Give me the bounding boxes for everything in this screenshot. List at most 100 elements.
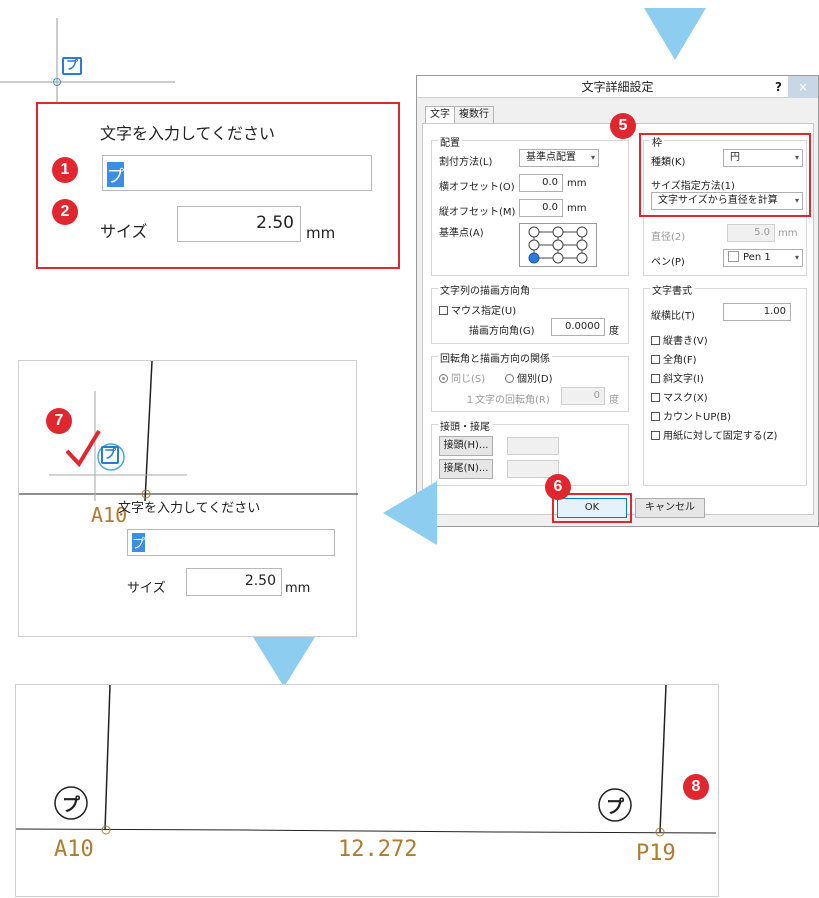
cad-result-lines (16, 685, 717, 837)
layout-group-title: 配置 (438, 134, 462, 149)
size-unit: mm (285, 581, 311, 596)
base-point-label: 基準点(A) (439, 228, 484, 239)
vertical-checkbox[interactable]: 縦書き(V) (651, 332, 708, 347)
prefix-suffix-group-title: 接頭・接尾 (438, 418, 492, 433)
fullwidth-checkbox[interactable]: 全角(F) (651, 351, 697, 366)
radio-icon (505, 374, 514, 383)
chevron-down-icon: ▾ (590, 153, 595, 162)
relation-group-title: 回転角と描画方向の関係 (438, 350, 552, 365)
pen-select[interactable]: Pen 1 ▾ (723, 249, 803, 267)
char-rotation-label: １文字の回転角(R) (465, 395, 550, 406)
selected-text: プ (132, 533, 146, 552)
assign-method-label: 割付方法(L) (439, 157, 493, 168)
x-offset-field[interactable]: 0.0 (519, 174, 563, 192)
char-rotation-field[interactable]: 0 (561, 387, 605, 405)
tab-page: 配置 割付方法(L) 基準点配置 ▾ 横オフセット(O) 0.0 mm 縦オフセッ… (422, 123, 814, 523)
kind-select[interactable]: 円 ▾ (723, 149, 803, 167)
size-method-label: サイズ指定方法(1) (651, 181, 735, 192)
assign-method-select[interactable]: 基準点配置 ▾ (519, 149, 599, 167)
text-tool-icon: プ (62, 57, 82, 75)
checkbox-icon (651, 374, 660, 383)
size-unit: mm (306, 224, 336, 242)
input-prompt: 文字を入力してください (118, 501, 261, 516)
selected-text: プ (107, 162, 124, 187)
individual-radio[interactable]: 個別(D) (505, 370, 553, 385)
step-badge-1: 1 (52, 157, 78, 183)
text-field[interactable]: プ (102, 155, 372, 191)
aspect-field[interactable]: 1.00 (723, 303, 791, 321)
text-detail-dialog: 文字詳細設定 ? × 文字 複数行 配置 割付方法(L) 基準点配置 ▾ 横オフセ… (416, 75, 819, 527)
down-arrow-icon (644, 8, 706, 60)
checkbox-icon (651, 336, 660, 345)
circled-text-right: プ (606, 797, 624, 818)
checkbox-icon (651, 355, 660, 364)
same-radio[interactable]: 同じ(S) (439, 370, 485, 385)
chevron-down-icon: ▾ (794, 153, 799, 162)
diameter-field[interactable]: 5.0 (727, 224, 775, 242)
tab-text[interactable]: 文字 (425, 106, 455, 124)
y-offset-unit: mm (567, 203, 587, 214)
size-value: 2.50 (244, 573, 276, 589)
point-label-p19: P19 (636, 841, 676, 866)
close-icon[interactable]: × (788, 76, 818, 98)
y-offset-field[interactable]: 0.0 (519, 199, 563, 217)
size-method-select[interactable]: 文字サイズから直径を計算 ▾ (651, 192, 803, 210)
distance-label: 12.272 (338, 837, 418, 862)
draw-angle-label: 描画方向角(G) (469, 326, 535, 337)
mouse-spec-checkbox[interactable]: マウス指定(U) (439, 302, 516, 317)
checkbox-icon (651, 431, 660, 440)
text-tool-icon: プ (101, 446, 119, 464)
size-field[interactable]: 2.50 (177, 206, 301, 242)
mask-checkbox[interactable]: マスク(X) (651, 389, 708, 404)
prefix-button[interactable]: 接頭(H)... (439, 436, 493, 456)
radio-icon (439, 374, 448, 383)
checkbox-icon (651, 393, 660, 402)
italic-checkbox[interactable]: 斜文字(I) (651, 370, 704, 385)
help-icon[interactable]: ? (775, 76, 782, 98)
checkbox-icon (439, 306, 448, 315)
kind-label: 種類(K) (651, 157, 686, 168)
aspect-label: 縦横比(T) (651, 311, 695, 322)
left-arrow-icon (383, 481, 437, 545)
chevron-down-icon: ▾ (794, 253, 799, 262)
size-label: サイズ (127, 581, 166, 596)
x-offset-unit: mm (567, 178, 587, 189)
pen-color-swatch (728, 251, 739, 262)
step-badge-5: 5 (610, 113, 636, 139)
dialog-title: 文字詳細設定 (417, 76, 818, 98)
step-badge-8: 8 (683, 774, 709, 800)
base-point-grid[interactable] (519, 223, 597, 267)
diameter-unit: mm (778, 228, 798, 239)
y-offset-label: 縦オフセット(M) (439, 207, 516, 218)
circled-text-left: プ (62, 795, 80, 816)
chevron-down-icon: ▾ (794, 196, 799, 205)
x-offset-label: 横オフセット(O) (439, 182, 515, 193)
format-group-title: 文字書式 (650, 282, 694, 297)
diameter-label: 直径(2) (651, 232, 686, 243)
text-field[interactable]: プ (127, 529, 335, 556)
angle-group-title: 文字列の描画方向角 (438, 282, 532, 297)
size-field[interactable]: 2.50 (186, 568, 282, 596)
down-arrow-icon (253, 637, 315, 687)
suffix-button[interactable]: 接尾(N)... (439, 459, 493, 479)
pen-label: ペン(P) (651, 257, 685, 268)
tab-multiline[interactable]: 複数行 (454, 106, 494, 124)
size-value: 2.50 (256, 213, 294, 233)
fixed-paper-checkbox[interactable]: 用紙に対して固定する(Z) (651, 427, 777, 442)
cancel-button[interactable]: キャンセル (635, 498, 705, 518)
cad-result-panel: プ プ A10 12.272 P19 (15, 684, 719, 897)
step-badge-7: 7 (46, 408, 72, 434)
step-badge-2: 2 (52, 199, 78, 225)
checkbox-icon (651, 412, 660, 421)
char-rotation-unit: 度 (609, 395, 619, 406)
cad-snippet-top (0, 18, 175, 105)
prefix-field[interactable] (507, 437, 559, 455)
cad-preview-panel: プ A10 文字を入力してください プ サイズ 2.50 mm (18, 360, 358, 637)
countup-checkbox[interactable]: カウントUP(B) (651, 408, 731, 423)
draw-angle-field[interactable]: 0.0000 (551, 318, 605, 336)
draw-angle-unit: 度 (609, 326, 619, 337)
text-input-panel: 文字を入力してください プ サイズ 2.50 mm (36, 102, 400, 269)
point-label-a10: A10 (54, 837, 94, 862)
step-badge-6: 6 (545, 474, 571, 500)
size-label: サイズ (100, 222, 148, 241)
